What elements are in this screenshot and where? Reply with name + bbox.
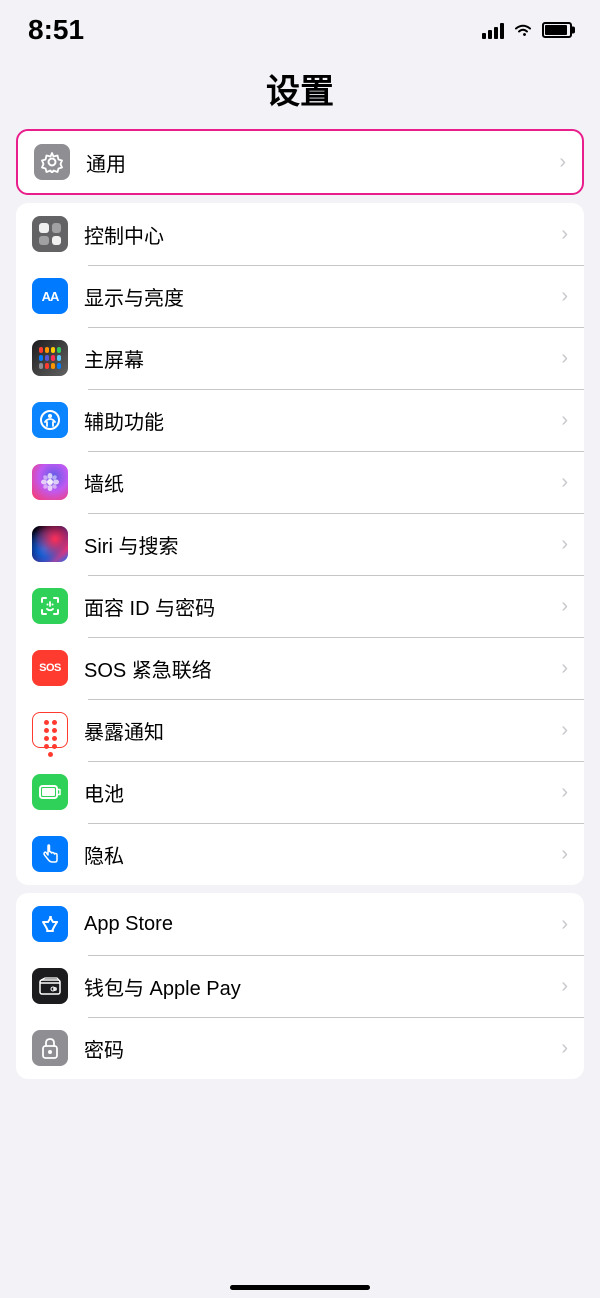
home-bar	[230, 1285, 370, 1290]
battery-chevron: ›	[561, 781, 568, 804]
privacy-icon	[32, 836, 68, 872]
appstore-label: App Store	[84, 913, 553, 936]
password-svg	[41, 1037, 59, 1059]
general-group: 通用 ›	[16, 129, 584, 195]
exposure-icon	[32, 712, 68, 748]
accessibility-chevron: ›	[561, 409, 568, 432]
settings-row-general[interactable]: 通用 ›	[18, 131, 582, 193]
accessibility-icon	[32, 402, 68, 438]
home-indicator	[0, 1273, 600, 1298]
control-center-chevron: ›	[561, 223, 568, 246]
page-header: 设置	[0, 54, 600, 129]
page-title: 设置	[0, 64, 600, 113]
sos-label: SOS 紧急联络	[84, 654, 553, 683]
wallpaper-chevron: ›	[561, 471, 568, 494]
battery-status-icon	[542, 22, 572, 38]
settings-row-battery[interactable]: 电池 ›	[16, 761, 584, 823]
siri-icon	[32, 526, 68, 562]
siri-chevron: ›	[561, 533, 568, 556]
settings-row-display[interactable]: AA 显示与亮度 ›	[16, 265, 584, 327]
wallet-svg	[39, 977, 61, 995]
settings-row-appstore[interactable]: App Store ›	[16, 893, 584, 955]
wallet-label: 钱包与 Apple Pay	[84, 972, 553, 1001]
accessibility-svg	[39, 409, 61, 431]
settings-row-accessibility[interactable]: 辅助功能 ›	[16, 389, 584, 451]
appstore-svg	[39, 913, 61, 935]
exposure-dots	[40, 720, 60, 740]
display-group: 控制中心 › AA 显示与亮度 ›	[16, 203, 584, 885]
wallpaper-svg	[40, 472, 60, 492]
settings-row-privacy[interactable]: 隐私 ›	[16, 823, 584, 885]
faceid-chevron: ›	[561, 595, 568, 618]
password-label: 密码	[84, 1034, 553, 1063]
password-icon	[32, 1030, 68, 1066]
status-time: 8:51	[28, 14, 84, 46]
settings-row-wallpaper[interactable]: 墙纸 ›	[16, 451, 584, 513]
privacy-chevron: ›	[561, 843, 568, 866]
appstore-chevron: ›	[561, 913, 568, 936]
general-chevron: ›	[559, 151, 566, 174]
home-screen-label: 主屏幕	[84, 344, 553, 373]
settings-row-password[interactable]: 密码 ›	[16, 1017, 584, 1079]
sos-icon: SOS	[32, 650, 68, 686]
home-screen-chevron: ›	[561, 347, 568, 370]
battery-list-icon	[32, 774, 68, 810]
battery-label: 电池	[84, 778, 553, 807]
settings-row-wallet[interactable]: 钱包与 Apple Pay ›	[16, 955, 584, 1017]
faceid-label: 面容 ID 与密码	[84, 592, 553, 621]
settings-row-exposure[interactable]: 暴露通知 ›	[16, 699, 584, 761]
signal-icon	[482, 21, 504, 39]
faceid-svg	[39, 595, 61, 617]
settings-row-home-screen[interactable]: 主屏幕 ›	[16, 327, 584, 389]
gear-svg	[41, 151, 63, 173]
wifi-icon	[512, 22, 534, 38]
display-icon: AA	[32, 278, 68, 314]
display-chevron: ›	[561, 285, 568, 308]
general-label: 通用	[86, 148, 551, 177]
exposure-chevron: ›	[561, 719, 568, 742]
settings-row-siri[interactable]: Siri 与搜索 ›	[16, 513, 584, 575]
grid-dots	[39, 347, 61, 369]
general-icon	[34, 144, 70, 180]
status-bar: 8:51	[0, 0, 600, 54]
faceid-icon	[32, 588, 68, 624]
wallpaper-label: 墙纸	[84, 468, 553, 497]
display-aa-text: AA	[42, 289, 59, 304]
store-group: App Store › 钱包与 Apple Pay › 密码 ›	[16, 893, 584, 1079]
accessibility-label: 辅助功能	[84, 406, 553, 435]
battery-svg	[39, 785, 61, 799]
siri-label: Siri 与搜索	[84, 530, 553, 559]
control-center-label: 控制中心	[84, 220, 553, 249]
settings-row-control-center[interactable]: 控制中心 ›	[16, 203, 584, 265]
sos-chevron: ›	[561, 657, 568, 680]
wallet-icon	[32, 968, 68, 1004]
settings-row-sos[interactable]: SOS SOS 紧急联络 ›	[16, 637, 584, 699]
status-icons	[482, 21, 572, 39]
appstore-icon	[32, 906, 68, 942]
home-screen-icon	[32, 340, 68, 376]
wallpaper-icon	[32, 464, 68, 500]
privacy-svg	[39, 843, 61, 865]
control-center-icon	[32, 216, 68, 252]
wallet-chevron: ›	[561, 975, 568, 998]
settings-row-faceid[interactable]: 面容 ID 与密码 ›	[16, 575, 584, 637]
battery-fill	[545, 25, 567, 35]
password-chevron: ›	[561, 1037, 568, 1060]
exposure-label: 暴露通知	[84, 716, 553, 745]
privacy-label: 隐私	[84, 840, 553, 869]
sos-text: SOS	[39, 662, 61, 674]
display-label: 显示与亮度	[84, 282, 553, 311]
